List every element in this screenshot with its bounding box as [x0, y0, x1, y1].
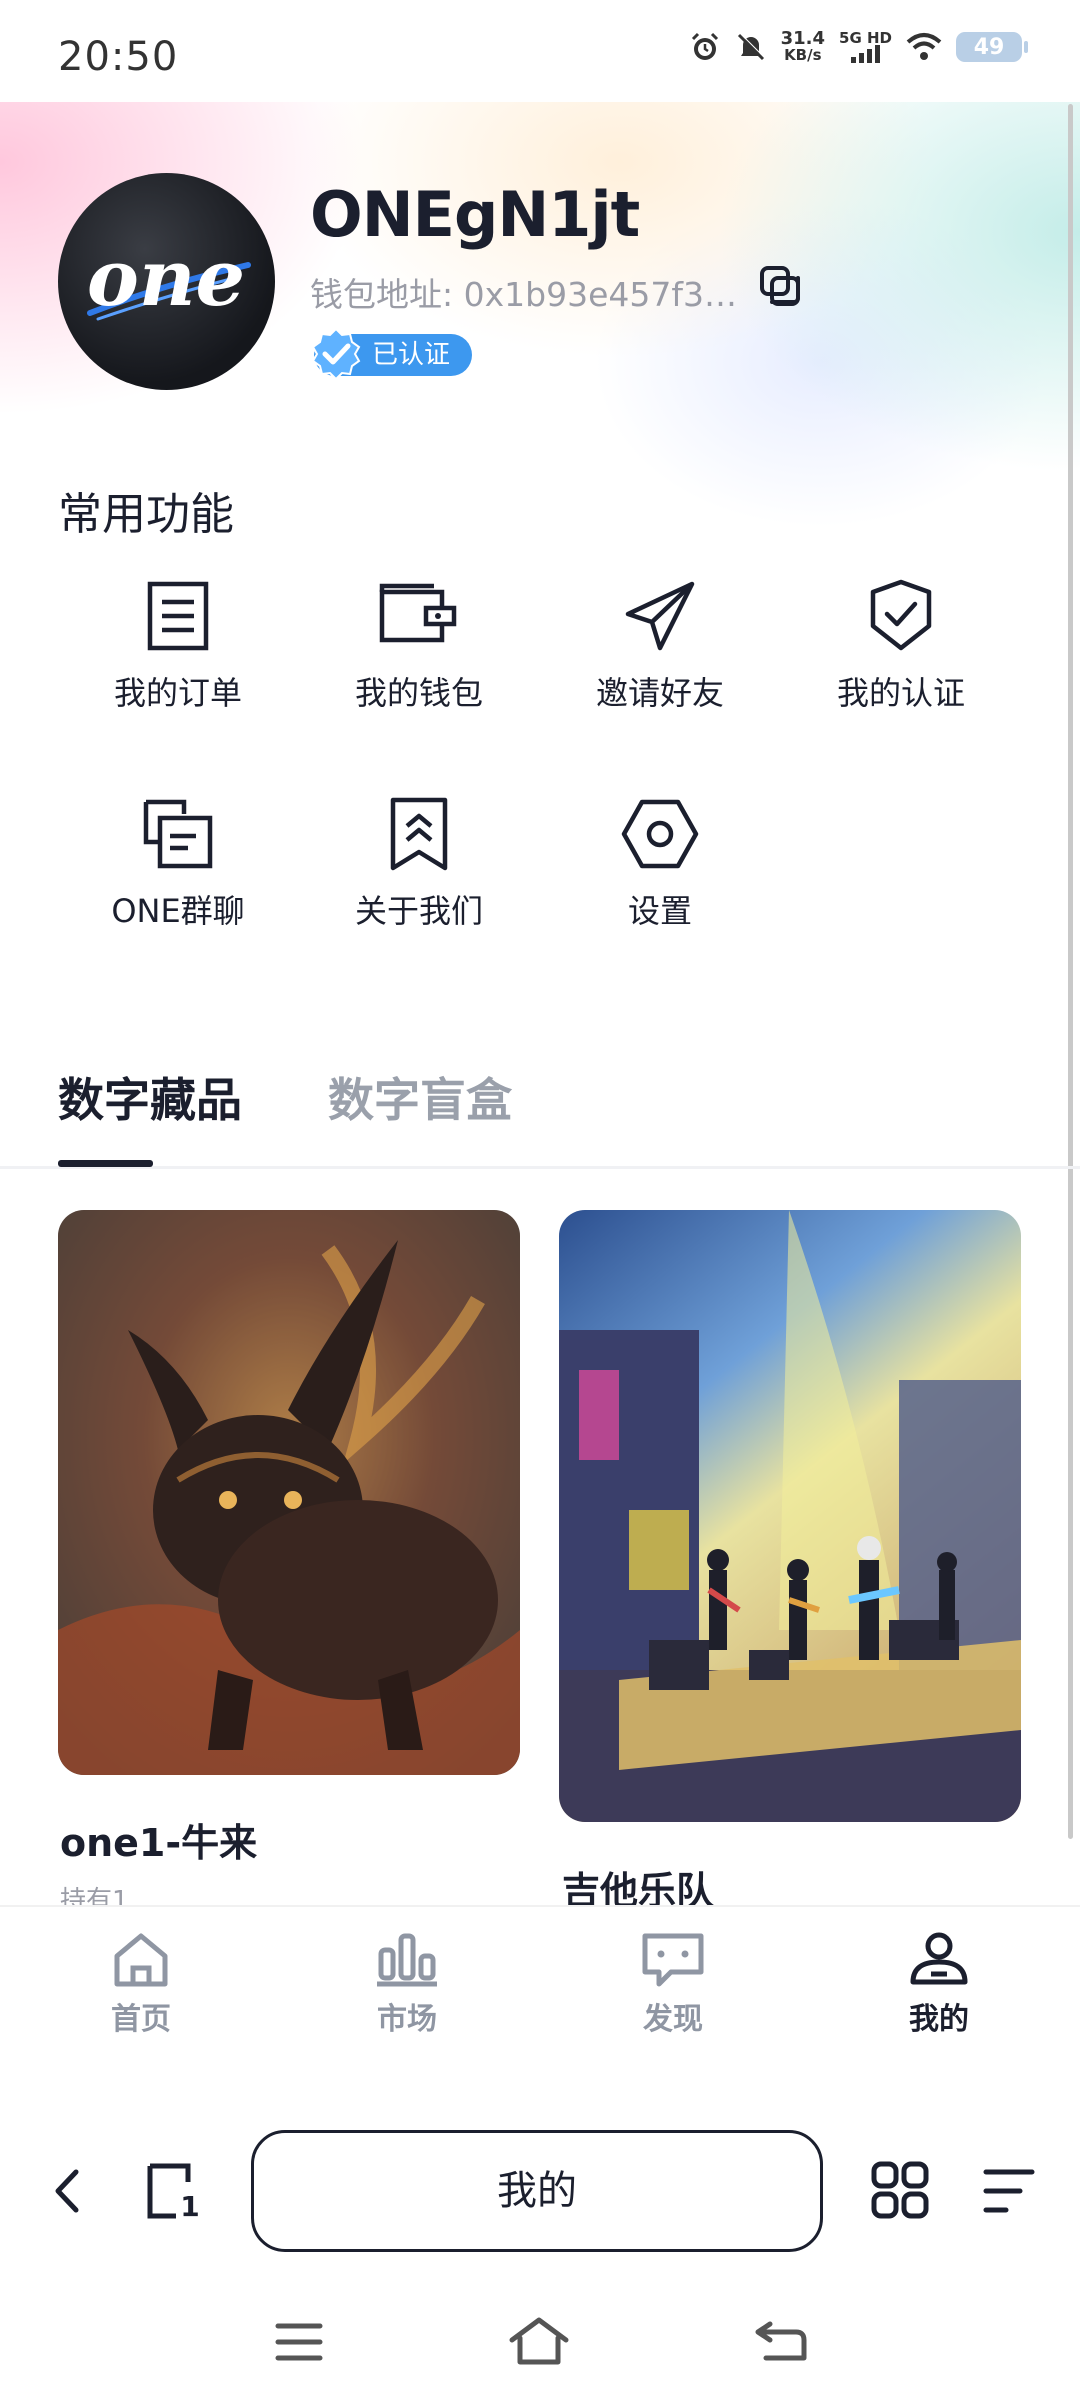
avatar-text: one — [87, 233, 245, 324]
system-home-icon[interactable] — [508, 2316, 570, 2366]
nav-mine[interactable]: 我的 — [859, 1930, 1019, 2038]
tabs-icon: 1 — [147, 2163, 200, 2223]
active-tab-indicator — [58, 1160, 153, 1167]
tab-digital-collectibles[interactable]: 数字藏品 — [58, 1064, 242, 1130]
tab-switcher-button[interactable]: 1 — [146, 2162, 204, 2223]
wallet-icon — [379, 583, 457, 643]
discover-chat-icon — [642, 1933, 704, 1987]
wifi-icon — [906, 33, 942, 60]
function-label: 我的订单 — [113, 674, 242, 712]
function-label: ONE群聊 — [111, 892, 245, 930]
shield-check-icon — [870, 579, 932, 651]
system-menu-icon[interactable] — [274, 2320, 324, 2364]
function-label: 设置 — [627, 892, 692, 930]
order-list-icon — [147, 581, 209, 651]
group-chat-icon — [143, 799, 213, 869]
hexagon-settings-icon — [621, 799, 699, 869]
system-back-icon[interactable] — [755, 2321, 807, 2361]
collectible-image-guitar-band[interactable] — [559, 1210, 1021, 1822]
nav-market[interactable]: 市场 — [327, 1930, 487, 2038]
function-one-group-chat[interactable]: ONE群聊 — [63, 796, 293, 932]
function-label: 我的钱包 — [354, 674, 483, 712]
signal-icon: 5G HD — [839, 31, 892, 63]
function-my-verification[interactable]: 我的认证 — [786, 578, 1016, 714]
mute-icon — [737, 33, 765, 61]
function-label: 邀请好友 — [595, 674, 724, 712]
status-time: 20:50 — [58, 34, 179, 80]
function-label: 关于我们 — [354, 892, 483, 930]
menu-icon[interactable] — [980, 2164, 1038, 2218]
status-icons: 31.4 KB/s 5G HD 49 — [689, 28, 1028, 64]
function-settings[interactable]: 设置 — [545, 796, 775, 932]
nav-home[interactable]: 首页 — [61, 1930, 221, 2038]
function-invite-friends[interactable]: 邀请好友 — [545, 578, 775, 714]
username: ONEgN1jt — [310, 178, 640, 251]
function-about-us[interactable]: 关于我们 — [304, 796, 534, 932]
function-my-wallet[interactable]: 我的钱包 — [304, 578, 534, 714]
bookmark-icon — [390, 797, 448, 871]
apps-grid-icon[interactable] — [870, 2160, 930, 2220]
tab-digital-blind-box[interactable]: 数字盲盒 — [328, 1064, 512, 1130]
address-bar[interactable]: 我的 — [251, 2130, 823, 2252]
profile-icon — [910, 1932, 968, 1985]
copy-icon[interactable] — [758, 264, 804, 310]
nav-discover[interactable]: 发现 — [593, 1930, 753, 2038]
send-plane-icon — [625, 581, 695, 651]
collectible-title: one1-牛来 — [60, 1821, 258, 1865]
collectible-image-bull[interactable] — [58, 1210, 520, 1775]
avatar[interactable]: one — [58, 173, 275, 390]
verified-check-icon — [311, 327, 361, 381]
svg-text:1: 1 — [180, 2190, 199, 2220]
back-arrow-icon[interactable] — [48, 2164, 88, 2218]
battery-icon: 49 — [956, 32, 1028, 62]
status-bar: 20:50 31.4 KB/s 5G HD 49 — [0, 0, 1080, 102]
alarm-icon — [691, 32, 718, 60]
scrollbar[interactable] — [1068, 104, 1073, 1839]
function-label: 我的认证 — [836, 674, 965, 712]
wallet-address: 钱包地址: 0x1b93e457f33e… — [310, 275, 740, 314]
function-my-orders[interactable]: 我的订单 — [63, 578, 293, 714]
market-chart-icon — [377, 1933, 437, 1987]
net-speed: 31.4 KB/s — [780, 28, 826, 64]
home-icon — [114, 1933, 168, 1987]
common-functions-title: 常用功能 — [58, 489, 234, 540]
